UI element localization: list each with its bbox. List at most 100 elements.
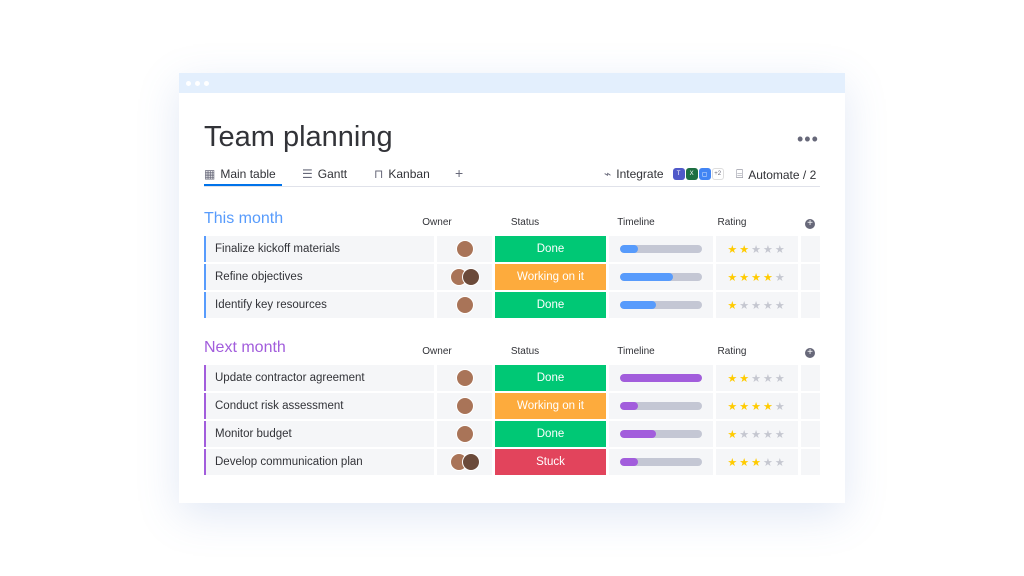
item-name[interactable]: Monitor budget (204, 421, 434, 447)
star-icon[interactable]: ★ (775, 400, 787, 413)
timeline-cell[interactable] (609, 393, 713, 419)
avatar[interactable] (461, 453, 480, 471)
more-options-icon[interactable]: ••• (797, 129, 819, 150)
timeline-cell[interactable] (609, 292, 713, 318)
star-icon[interactable]: ★ (751, 372, 763, 385)
item-name[interactable]: Refine objectives (204, 264, 434, 290)
item-name[interactable]: Develop communication plan (204, 449, 434, 475)
star-icon[interactable]: ★ (775, 456, 787, 469)
star-icon[interactable]: ★ (763, 428, 775, 441)
tab-kanban[interactable]: ⊓ Kanban (374, 167, 430, 181)
item-name[interactable]: Conduct risk assessment (204, 393, 434, 419)
timeline-cell[interactable] (609, 421, 713, 447)
avatar[interactable] (455, 369, 474, 387)
avatar[interactable] (455, 240, 474, 258)
avatar[interactable] (455, 296, 474, 314)
rating-cell[interactable]: ★ ★ ★ ★ ★ (716, 365, 798, 391)
tab-gantt[interactable]: ☰ Gantt (302, 167, 347, 181)
star-icon[interactable]: ★ (763, 271, 775, 284)
star-icon[interactable]: ★ (775, 243, 787, 256)
table-row: Update contractor agreement Done ★ ★ ★ ★ ★ (204, 365, 820, 391)
star-icon[interactable]: ★ (763, 456, 775, 469)
column-header-timeline[interactable]: Timeline (596, 346, 676, 357)
rating-cell[interactable]: ★ ★ ★ ★ ★ (716, 264, 798, 290)
column-header-rating[interactable]: Rating (692, 217, 772, 228)
star-icon[interactable]: ★ (739, 372, 751, 385)
tab-main-table[interactable]: ▦ Main table (204, 167, 282, 186)
star-icon[interactable]: ★ (727, 271, 739, 284)
star-icon[interactable]: ★ (751, 271, 763, 284)
owner-cell[interactable] (437, 236, 492, 262)
star-icon[interactable]: ★ (763, 400, 775, 413)
star-icon[interactable]: ★ (763, 243, 775, 256)
avatar[interactable] (455, 425, 474, 443)
star-icon[interactable]: ★ (775, 271, 787, 284)
star-icon[interactable]: ★ (727, 400, 739, 413)
star-icon[interactable]: ★ (739, 400, 751, 413)
star-icon[interactable]: ★ (727, 299, 739, 312)
star-icon[interactable]: ★ (739, 271, 751, 284)
timeline-cell[interactable] (609, 236, 713, 262)
rating-cell[interactable]: ★ ★ ★ ★ ★ (716, 236, 798, 262)
column-header-timeline[interactable]: Timeline (596, 217, 676, 228)
status-badge[interactable]: Working on it (495, 264, 606, 290)
star-icon[interactable]: ★ (727, 372, 739, 385)
star-icon[interactable]: ★ (739, 456, 751, 469)
star-icon[interactable]: ★ (775, 299, 787, 312)
star-icon[interactable]: ★ (775, 372, 787, 385)
add-view-button[interactable]: + (455, 165, 463, 181)
owner-cell[interactable] (437, 421, 492, 447)
avatar[interactable] (455, 397, 474, 415)
status-badge[interactable]: Done (495, 292, 606, 318)
owner-cell[interactable] (437, 393, 492, 419)
owner-cell[interactable] (437, 449, 492, 475)
star-icon[interactable]: ★ (739, 243, 751, 256)
star-icon[interactable]: ★ (763, 299, 775, 312)
status-badge[interactable]: Done (495, 365, 606, 391)
status-badge[interactable]: Done (495, 236, 606, 262)
star-icon[interactable]: ★ (727, 428, 739, 441)
kanban-icon: ⊓ (374, 167, 384, 181)
status-badge[interactable]: Stuck (495, 449, 606, 475)
timeline-cell[interactable] (609, 365, 713, 391)
column-header-status[interactable]: Status (485, 346, 565, 357)
star-icon[interactable]: ★ (763, 372, 775, 385)
owner-cell[interactable] (437, 292, 492, 318)
star-icon[interactable]: ★ (739, 299, 751, 312)
star-icon[interactable]: ★ (775, 428, 787, 441)
rating-cell[interactable]: ★ ★ ★ ★ ★ (716, 393, 798, 419)
avatar[interactable] (461, 268, 480, 286)
star-icon[interactable]: ★ (751, 299, 763, 312)
star-icon[interactable]: ★ (739, 428, 751, 441)
star-icon[interactable]: ★ (751, 428, 763, 441)
column-header-rating[interactable]: Rating (692, 346, 772, 357)
add-column-icon[interactable]: + (805, 348, 815, 358)
rating-cell[interactable]: ★ ★ ★ ★ ★ (716, 421, 798, 447)
column-header-owner[interactable]: Owner (397, 346, 477, 357)
status-badge[interactable]: Working on it (495, 393, 606, 419)
item-name[interactable]: Finalize kickoff materials (204, 236, 434, 262)
column-header-status[interactable]: Status (485, 217, 565, 228)
status-badge[interactable]: Done (495, 421, 606, 447)
column-header-owner[interactable]: Owner (397, 217, 477, 228)
star-icon[interactable]: ★ (751, 400, 763, 413)
item-name[interactable]: Identify key resources (204, 292, 434, 318)
integrate-button[interactable]: ⌁ Integrate T X ▢ +2 (604, 167, 724, 181)
item-name[interactable]: Update contractor agreement (204, 365, 434, 391)
automate-button[interactable]: ⌸ Automate / 2 (736, 167, 816, 182)
group-title[interactable]: Next month (204, 339, 286, 357)
timeline-cell[interactable] (609, 449, 713, 475)
owner-cell[interactable] (437, 264, 492, 290)
view-tabs: ▦ Main table ☰ Gantt ⊓ Kanban + ⌁ Integrate … (204, 165, 820, 187)
add-column-icon[interactable]: + (805, 219, 815, 229)
timeline-cell[interactable] (609, 264, 713, 290)
star-icon[interactable]: ★ (727, 456, 739, 469)
rating-cell[interactable]: ★ ★ ★ ★ ★ (716, 449, 798, 475)
rating-cell[interactable]: ★ ★ ★ ★ ★ (716, 292, 798, 318)
star-icon[interactable]: ★ (751, 243, 763, 256)
star-icon[interactable]: ★ (727, 243, 739, 256)
timeline-fill (620, 245, 639, 253)
star-icon[interactable]: ★ (751, 456, 763, 469)
group-title[interactable]: This month (204, 210, 283, 228)
owner-cell[interactable] (437, 365, 492, 391)
